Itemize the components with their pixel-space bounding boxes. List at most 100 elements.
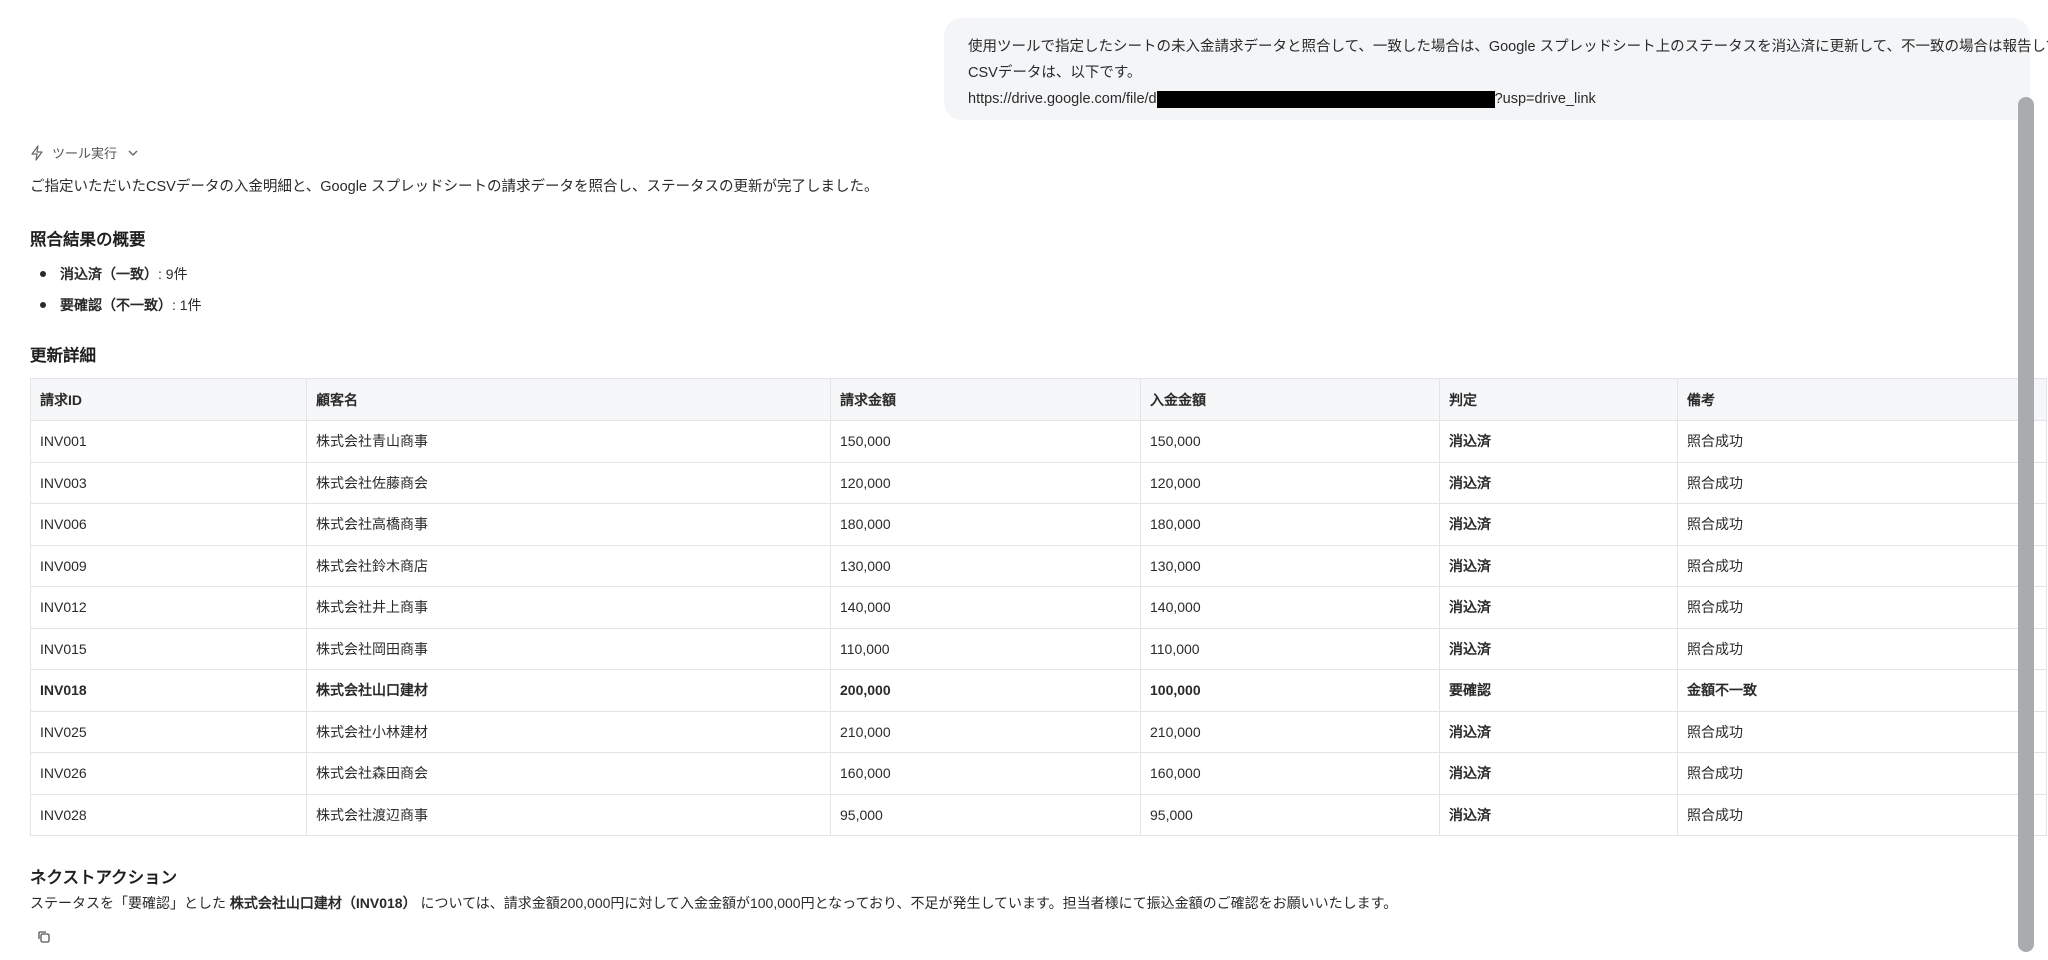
cell-invoice-amount: 120,000 xyxy=(830,461,1141,504)
cell-note: 照合成功 xyxy=(1677,752,2047,795)
cell-payment-amount: 210,000 xyxy=(1140,710,1440,753)
user-message-url[interactable]: https://drive.google.com/file/d ?usp=dri… xyxy=(968,86,2030,112)
table-row-mismatch: INV018 株式会社山口建材 200,000 100,000 要確認 金額不一… xyxy=(30,669,2047,712)
cell-payment-amount: 95,000 xyxy=(1140,793,1440,836)
next-action-text: ステータスを「要確認」とした 株式会社山口建材（INV018） については、請求… xyxy=(30,893,1397,913)
column-header: 請求金額 xyxy=(830,378,1141,421)
cell-judgement: 消込済 xyxy=(1439,793,1678,836)
cell-customer: 株式会社小林建材 xyxy=(306,710,831,753)
column-header: 備考 xyxy=(1677,378,2047,421)
bullet-icon xyxy=(40,270,46,277)
cell-invoice-id: INV028 xyxy=(30,793,307,836)
tool-execution-toggle[interactable]: ツール実行 xyxy=(30,143,139,162)
details-heading: 更新詳細 xyxy=(30,347,96,365)
table-header-row: 請求ID 顧客名 請求金額 入金金額 判定 備考 xyxy=(30,378,2047,421)
cell-payment-amount: 180,000 xyxy=(1140,503,1440,546)
intro-text: ご指定いただいたCSVデータの入金明細と、Google スプレッドシートの請求デ… xyxy=(30,179,879,195)
cell-invoice-id: INV018 xyxy=(30,669,307,712)
cell-invoice-id: INV025 xyxy=(30,710,307,753)
cell-note: 照合成功 xyxy=(1677,420,2047,463)
cell-payment-amount: 130,000 xyxy=(1140,544,1440,587)
cell-invoice-id: INV006 xyxy=(30,503,307,546)
cell-note: 照合成功 xyxy=(1677,710,2047,753)
summary-item-label: 消込済（一致） xyxy=(60,265,158,282)
cell-note: 照合成功 xyxy=(1677,544,2047,587)
cell-judgement: 消込済 xyxy=(1439,627,1678,670)
user-message-bubble: 使用ツールで指定したシートの未入金請求データと照合して、一致した場合は、Goog… xyxy=(944,18,2048,120)
details-table: 請求ID 顧客名 請求金額 入金金額 判定 備考 INV001 株式会社青山商事… xyxy=(30,378,2047,836)
cell-invoice-amount: 180,000 xyxy=(830,503,1141,546)
cell-invoice-amount: 110,000 xyxy=(830,627,1141,670)
next-action-text-before: ステータスを「要確認」とした xyxy=(30,895,230,911)
table-row: INV009 株式会社鈴木商店 130,000 130,000 消込済 照合成功 xyxy=(30,544,2047,587)
list-item: 要確認（不一致） : 1件 xyxy=(30,289,202,320)
cell-judgement: 消込済 xyxy=(1439,752,1678,795)
cell-invoice-id: INV009 xyxy=(30,544,307,587)
table-row: INV026 株式会社森田商会 160,000 160,000 消込済 照合成功 xyxy=(30,752,2047,795)
cell-customer: 株式会社青山商事 xyxy=(306,420,831,463)
cell-customer: 株式会社山口建材 xyxy=(306,669,831,712)
next-action-heading: ネクストアクション xyxy=(30,869,178,887)
cell-customer: 株式会社岡田商事 xyxy=(306,627,831,670)
cell-invoice-id: INV003 xyxy=(30,461,307,504)
bullet-icon xyxy=(40,301,46,308)
cell-note: 照合成功 xyxy=(1677,586,2047,629)
copy-icon[interactable] xyxy=(36,929,52,945)
cell-invoice-id: INV015 xyxy=(30,627,307,670)
column-header: 判定 xyxy=(1439,378,1678,421)
cell-judgement: 消込済 xyxy=(1439,710,1678,753)
cell-note: 照合成功 xyxy=(1677,627,2047,670)
next-action-text-after: については、請求金額200,000円に対して入金金額が100,000円となってお… xyxy=(420,895,1398,911)
cell-invoice-amount: 140,000 xyxy=(830,586,1141,629)
url-suffix: ?usp=drive_link xyxy=(1494,91,1596,107)
cell-invoice-amount: 210,000 xyxy=(830,710,1141,753)
chevron-down-icon xyxy=(128,150,138,156)
cell-payment-amount: 160,000 xyxy=(1140,752,1440,795)
cell-customer: 株式会社鈴木商店 xyxy=(306,544,831,587)
summary-heading: 照合結果の概要 xyxy=(30,231,146,249)
summary-item-label: 要確認（不一致） xyxy=(60,296,172,313)
cell-invoice-id: INV001 xyxy=(30,420,307,463)
column-header: 請求ID xyxy=(30,378,307,421)
cell-customer: 株式会社渡辺商事 xyxy=(306,793,831,836)
cell-customer: 株式会社森田商会 xyxy=(306,752,831,795)
cell-invoice-amount: 200,000 xyxy=(830,669,1141,712)
url-prefix: https://drive.google.com/file/d xyxy=(968,91,1157,107)
column-header: 入金金額 xyxy=(1140,378,1440,421)
summary-item-value: : 9件 xyxy=(158,265,188,282)
cell-note: 照合成功 xyxy=(1677,503,2047,546)
cell-payment-amount: 120,000 xyxy=(1140,461,1440,504)
cell-judgement: 消込済 xyxy=(1439,544,1678,587)
cell-invoice-id: INV026 xyxy=(30,752,307,795)
summary-list: 消込済（一致） : 9件 要確認（不一致） : 1件 xyxy=(30,258,202,320)
table-row: INV003 株式会社佐藤商会 120,000 120,000 消込済 照合成功 xyxy=(30,461,2047,504)
table-row: INV012 株式会社井上商事 140,000 140,000 消込済 照合成功 xyxy=(30,586,2047,629)
cell-invoice-id: INV012 xyxy=(30,586,307,629)
cell-customer: 株式会社佐藤商会 xyxy=(306,461,831,504)
cell-invoice-amount: 160,000 xyxy=(830,752,1141,795)
user-message-line-2: CSVデータは、以下です。 xyxy=(968,65,1142,81)
cell-note: 照合成功 xyxy=(1677,461,2047,504)
cell-payment-amount: 110,000 xyxy=(1140,627,1440,670)
cell-note: 照合成功 xyxy=(1677,793,2047,836)
column-header: 顧客名 xyxy=(306,378,831,421)
cell-customer: 株式会社高橋商事 xyxy=(306,503,831,546)
bolt-icon xyxy=(31,144,43,161)
cell-judgement: 消込済 xyxy=(1439,461,1678,504)
cell-judgement: 消込済 xyxy=(1439,503,1678,546)
cell-judgement: 消込済 xyxy=(1439,586,1678,629)
table-row: INV028 株式会社渡辺商事 95,000 95,000 消込済 照合成功 xyxy=(30,793,2047,836)
redacted-block xyxy=(1156,90,1495,108)
tool-execution-label: ツール実行 xyxy=(52,146,118,161)
cell-payment-amount: 150,000 xyxy=(1140,420,1440,463)
cell-invoice-amount: 150,000 xyxy=(830,420,1141,463)
scrollbar[interactable] xyxy=(2018,97,2034,952)
table-row: INV006 株式会社高橋商事 180,000 180,000 消込済 照合成功 xyxy=(30,503,2047,546)
next-action-text-bold: 株式会社山口建材（INV018） xyxy=(229,895,417,911)
cell-judgement: 要確認 xyxy=(1439,669,1678,712)
cell-payment-amount: 140,000 xyxy=(1140,586,1440,629)
user-message-line-1: 使用ツールで指定したシートの未入金請求データと照合して、一致した場合は、Goog… xyxy=(968,39,2048,55)
cell-invoice-amount: 130,000 xyxy=(830,544,1141,587)
table-row: INV015 株式会社岡田商事 110,000 110,000 消込済 照合成功 xyxy=(30,627,2047,670)
cell-invoice-amount: 95,000 xyxy=(830,793,1141,836)
